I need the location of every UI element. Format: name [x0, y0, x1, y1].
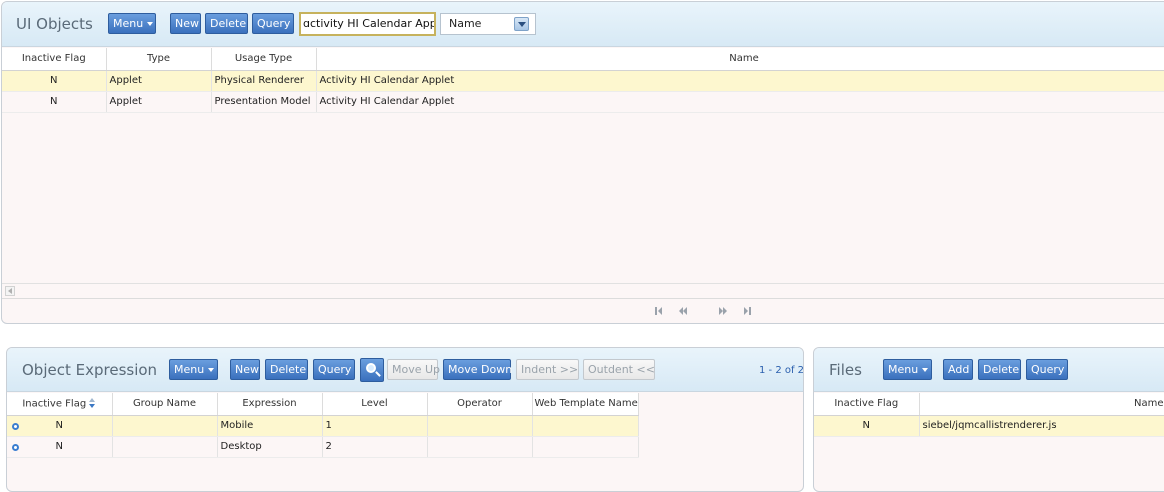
chevron-down-icon	[208, 368, 215, 372]
first-page-icon[interactable]	[655, 307, 664, 315]
cell-group-name[interactable]	[112, 415, 218, 437]
menu-label: Menu	[174, 363, 205, 376]
pager-divider	[2, 298, 1164, 299]
object-expression-query-button[interactable]: Query	[313, 359, 355, 380]
last-page-icon[interactable]	[744, 307, 753, 315]
column-header-operator[interactable]: Operator	[427, 393, 533, 416]
cell-type[interactable]: Applet	[106, 70, 212, 92]
cell-type[interactable]: Applet	[106, 91, 212, 113]
ui-objects-delete-button[interactable]: Delete	[205, 13, 248, 34]
object-expression-table: Inactive Flag Group Name Expression Leve…	[7, 393, 639, 458]
column-header-inactive-flag[interactable]: Inactive Flag	[7, 393, 113, 416]
previous-page-icon[interactable]	[679, 307, 688, 315]
outdent-button[interactable]: Outdent <<	[583, 359, 655, 380]
table-row[interactable]: N siebel/jqmcallistrenderer.js	[814, 415, 1164, 437]
column-header-label: Inactive Flag	[22, 398, 87, 410]
ui-objects-query-button[interactable]: Query	[252, 13, 294, 34]
chevron-down-icon	[922, 368, 929, 372]
column-header-name[interactable]: Name	[316, 48, 1164, 71]
cell-operator[interactable]	[427, 415, 533, 437]
column-header-expression[interactable]: Expression	[217, 393, 323, 416]
move-up-button[interactable]: Move Up	[387, 359, 440, 380]
menu-label: Menu	[113, 17, 144, 30]
cell-inactive-flag[interactable]: N	[2, 91, 107, 113]
object-expression-delete-button[interactable]: Delete	[265, 359, 308, 380]
cell-operator[interactable]	[427, 436, 533, 458]
table-header-row: Inactive Flag Name	[814, 393, 1164, 416]
row-selector-icon[interactable]	[12, 423, 19, 430]
cell-inactive-flag[interactable]: N	[2, 70, 107, 92]
ui-objects-title: UI Objects	[16, 15, 93, 33]
table-header-row: Inactive Flag Type Usage Type Name	[2, 48, 1164, 71]
cell-usage-type[interactable]: Presentation Model	[211, 91, 317, 113]
column-header-inactive-flag[interactable]: Inactive Flag	[2, 48, 107, 71]
cell-inactive-flag[interactable]: N	[7, 415, 113, 437]
cell-usage-type[interactable]: Physical Renderer	[211, 70, 317, 92]
move-down-button[interactable]: Move Down	[443, 359, 512, 380]
files-header: Files Menu Add Delete Query	[814, 348, 1164, 392]
cell-group-name[interactable]	[112, 436, 218, 458]
search-input[interactable]: ɑctivity HI Calendar Applet	[299, 12, 436, 36]
table-row[interactable]: N Applet Presentation Model Activity HI …	[2, 91, 1164, 113]
cell-level[interactable]: 1	[322, 415, 428, 437]
column-header-web-template-name[interactable]: Web Template Name	[532, 393, 639, 416]
files-table: Inactive Flag Name N siebel/jqmcallistre…	[814, 393, 1164, 437]
cell-web-template-name[interactable]	[532, 436, 639, 458]
object-expression-new-button[interactable]: New	[230, 359, 260, 380]
next-page-icon[interactable]	[719, 307, 728, 315]
column-header-inactive-flag[interactable]: Inactive Flag	[814, 393, 920, 416]
column-header-level[interactable]: Level	[322, 393, 428, 416]
table-row[interactable]: N Mobile 1	[7, 415, 639, 437]
column-header-group-name[interactable]: Group Name	[112, 393, 218, 416]
object-expression-panel: Object Expression Menu New Delete Query …	[6, 347, 804, 492]
files-panel: Files Menu Add Delete Query Inactive Fla…	[813, 347, 1164, 492]
cell-name[interactable]: Activity HI Calendar Applet	[316, 70, 1164, 92]
ui-objects-menu-button[interactable]: Menu	[108, 13, 156, 34]
cell-name[interactable]: Activity HI Calendar Applet	[316, 91, 1164, 113]
files-add-button[interactable]: Add	[943, 359, 973, 380]
sort-icon[interactable]	[89, 398, 96, 409]
chevron-down-icon	[147, 22, 154, 26]
row-selector-icon[interactable]	[12, 444, 19, 451]
ui-objects-panel: UI Objects Menu New Delete Query ɑctivit…	[1, 1, 1164, 324]
files-menu-button[interactable]: Menu	[883, 359, 932, 380]
column-header-usage-type[interactable]: Usage Type	[211, 48, 317, 71]
ui-objects-header: UI Objects Menu New Delete Query ɑctivit…	[2, 2, 1164, 47]
cell-expression[interactable]: Mobile	[217, 415, 323, 437]
cell-inactive-flag[interactable]: N	[814, 415, 920, 437]
query-assistant-button[interactable]	[360, 358, 384, 382]
column-header-name[interactable]: Name	[919, 393, 1164, 416]
table-row[interactable]: N Desktop 2	[7, 436, 639, 458]
cell-expression[interactable]: Desktop	[217, 436, 323, 458]
column-header-label: Name	[1133, 398, 1164, 410]
object-expression-menu-button[interactable]: Menu	[169, 359, 218, 380]
table-header-row: Inactive Flag Group Name Expression Leve…	[7, 393, 639, 416]
column-header-type[interactable]: Type	[106, 48, 212, 71]
indent-button[interactable]: Indent >>	[516, 359, 579, 380]
files-title: Files	[829, 361, 862, 379]
menu-label: Menu	[888, 363, 919, 376]
cell-web-template-name[interactable]	[532, 415, 639, 437]
chevron-down-icon[interactable]	[514, 17, 529, 31]
files-delete-button[interactable]: Delete	[978, 359, 1021, 380]
horizontal-scrollbar[interactable]	[2, 283, 1164, 297]
object-expression-title: Object Expression	[22, 361, 158, 379]
cell-level[interactable]: 2	[322, 436, 428, 458]
ui-objects-new-button[interactable]: New	[170, 13, 201, 34]
search-field-select-value: Name	[449, 17, 482, 30]
object-expression-header: Object Expression Menu New Delete Query …	[7, 348, 803, 392]
ui-objects-table: Inactive Flag Type Usage Type Name N App…	[2, 48, 1164, 113]
search-field-select[interactable]: Name	[440, 13, 536, 35]
table-row[interactable]: N Applet Physical Renderer Activity HI C…	[2, 70, 1164, 92]
cell-inactive-flag[interactable]: N	[7, 436, 113, 458]
record-count: 1 - 2 of 2	[759, 365, 804, 376]
files-query-button[interactable]: Query	[1026, 359, 1068, 380]
scroll-left-icon[interactable]	[5, 286, 15, 296]
cell-name[interactable]: siebel/jqmcallistrenderer.js	[919, 415, 1164, 437]
